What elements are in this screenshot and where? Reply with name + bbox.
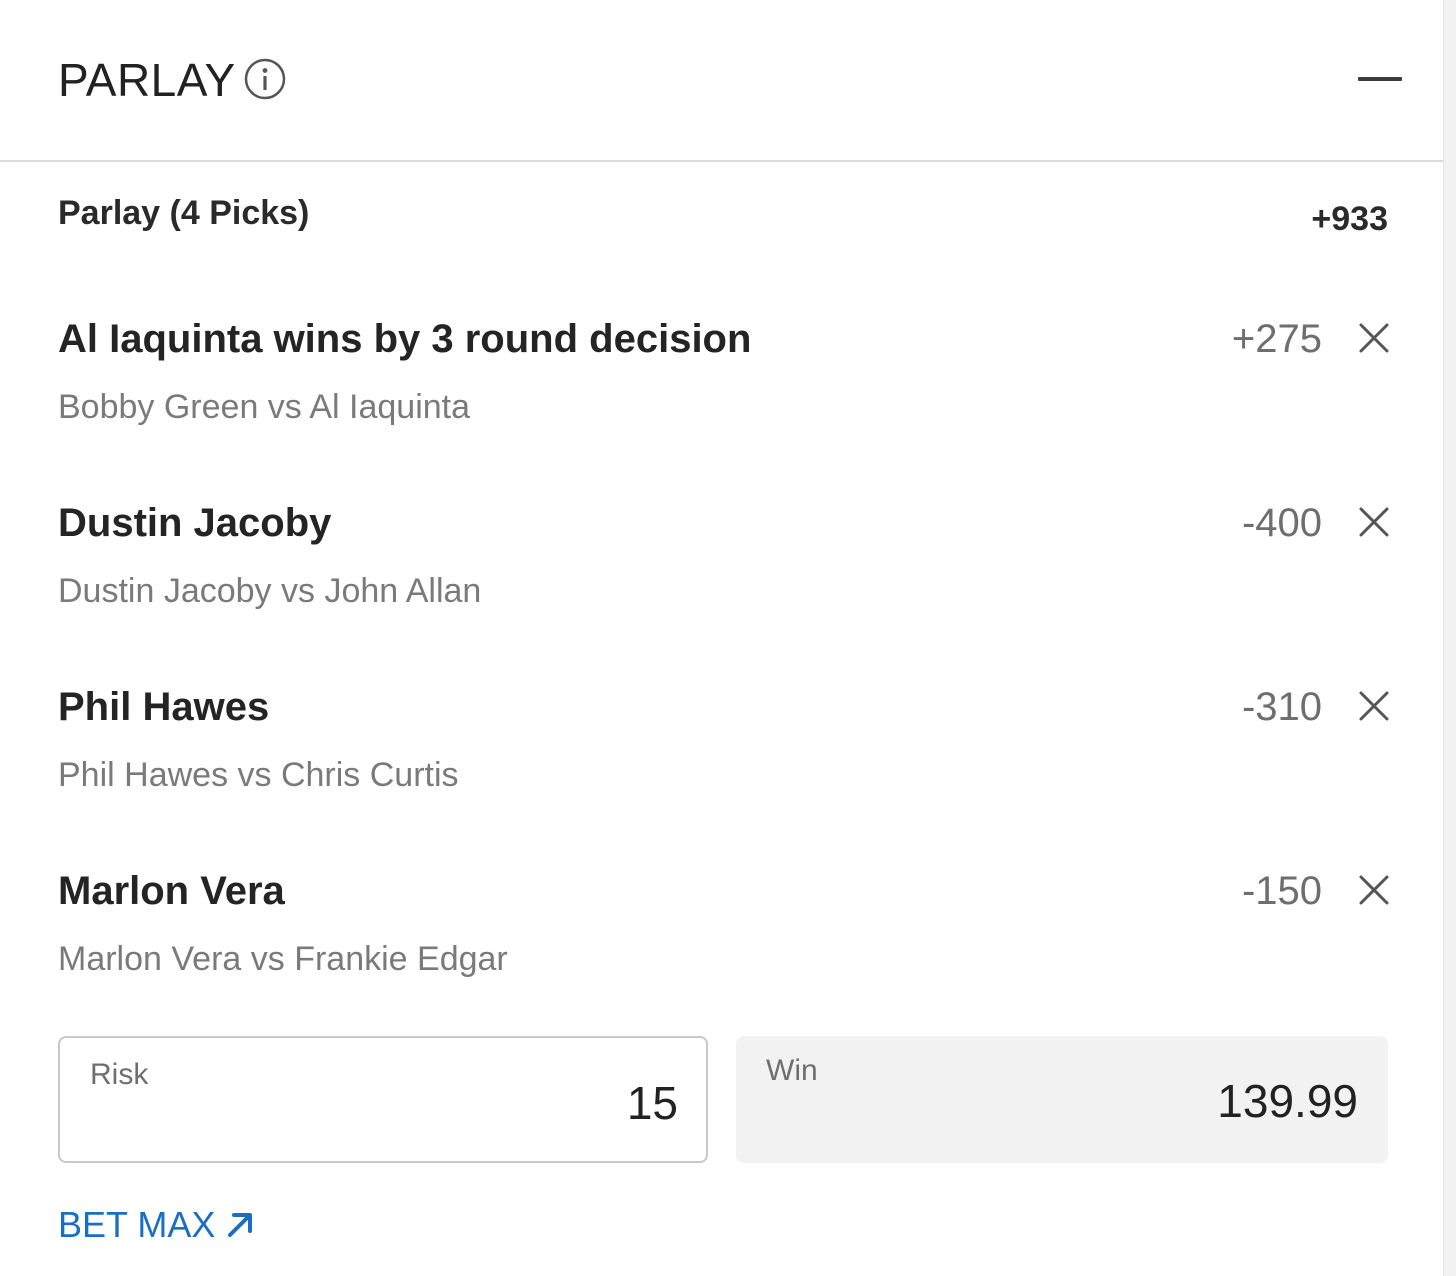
parlay-summary: Parlay (4 Picks) +933 — [58, 190, 1388, 250]
pick-row: Al Iaquinta wins by 3 round decision Bob… — [58, 314, 1398, 454]
pick-selection: Marlon Vera — [58, 869, 285, 913]
remove-pick-icon[interactable] — [1350, 682, 1398, 730]
risk-field[interactable]: Risk — [58, 1036, 708, 1163]
info-icon[interactable] — [243, 57, 287, 101]
win-field: Win 139.99 — [736, 1036, 1388, 1163]
pick-selection: Phil Hawes — [58, 685, 270, 729]
pick-row: Phil Hawes Phil Hawes vs Chris Curtis -3… — [58, 682, 1398, 822]
parlay-odds: +933 — [1311, 200, 1388, 238]
arrow-up-right-icon — [228, 1213, 253, 1237]
win-value: 139.99 — [1217, 1075, 1358, 1127]
pick-odds: -400 — [1241, 501, 1322, 545]
pick-selection: Al Iaquinta wins by 3 round decision — [58, 317, 752, 361]
parlay-label: Parlay (4 Picks) — [58, 194, 310, 232]
pick-matchup: Dustin Jacoby vs John Allan — [58, 572, 482, 610]
scrollbar-track[interactable] — [1443, 0, 1456, 1276]
parlay-header: PARLAY — [0, 0, 1443, 162]
pick-matchup: Bobby Green vs Al Iaquinta — [58, 388, 471, 426]
risk-input[interactable] — [278, 1076, 678, 1130]
pick-selection: Dustin Jacoby — [58, 501, 332, 545]
pick-odds: +275 — [1231, 317, 1322, 361]
bet-max-label: BET MAX — [58, 1204, 216, 1245]
parlay-betslip-panel: PARLAY Parlay (4 Picks) +933 Al Iaquinta… — [0, 0, 1443, 1276]
pick-odds: -150 — [1241, 869, 1322, 913]
pick-row: Marlon Vera Marlon Vera vs Frankie Edgar… — [58, 866, 1398, 1006]
remove-pick-icon[interactable] — [1350, 866, 1398, 914]
bet-max-link[interactable]: BET MAX — [58, 1204, 255, 1246]
remove-pick-icon[interactable] — [1350, 498, 1398, 546]
pick-row: Dustin Jacoby Dustin Jacoby vs John Alla… — [58, 498, 1398, 638]
pick-matchup: Marlon Vera vs Frankie Edgar — [58, 940, 508, 978]
win-label: Win — [766, 1054, 818, 1087]
minus-icon — [1358, 77, 1402, 81]
remove-pick-icon[interactable] — [1350, 314, 1398, 362]
pick-odds: -310 — [1241, 685, 1322, 729]
panel-title: PARLAY — [58, 54, 236, 106]
collapse-button[interactable] — [1350, 60, 1410, 100]
pick-matchup: Phil Hawes vs Chris Curtis — [58, 756, 459, 794]
risk-label: Risk — [90, 1058, 149, 1091]
